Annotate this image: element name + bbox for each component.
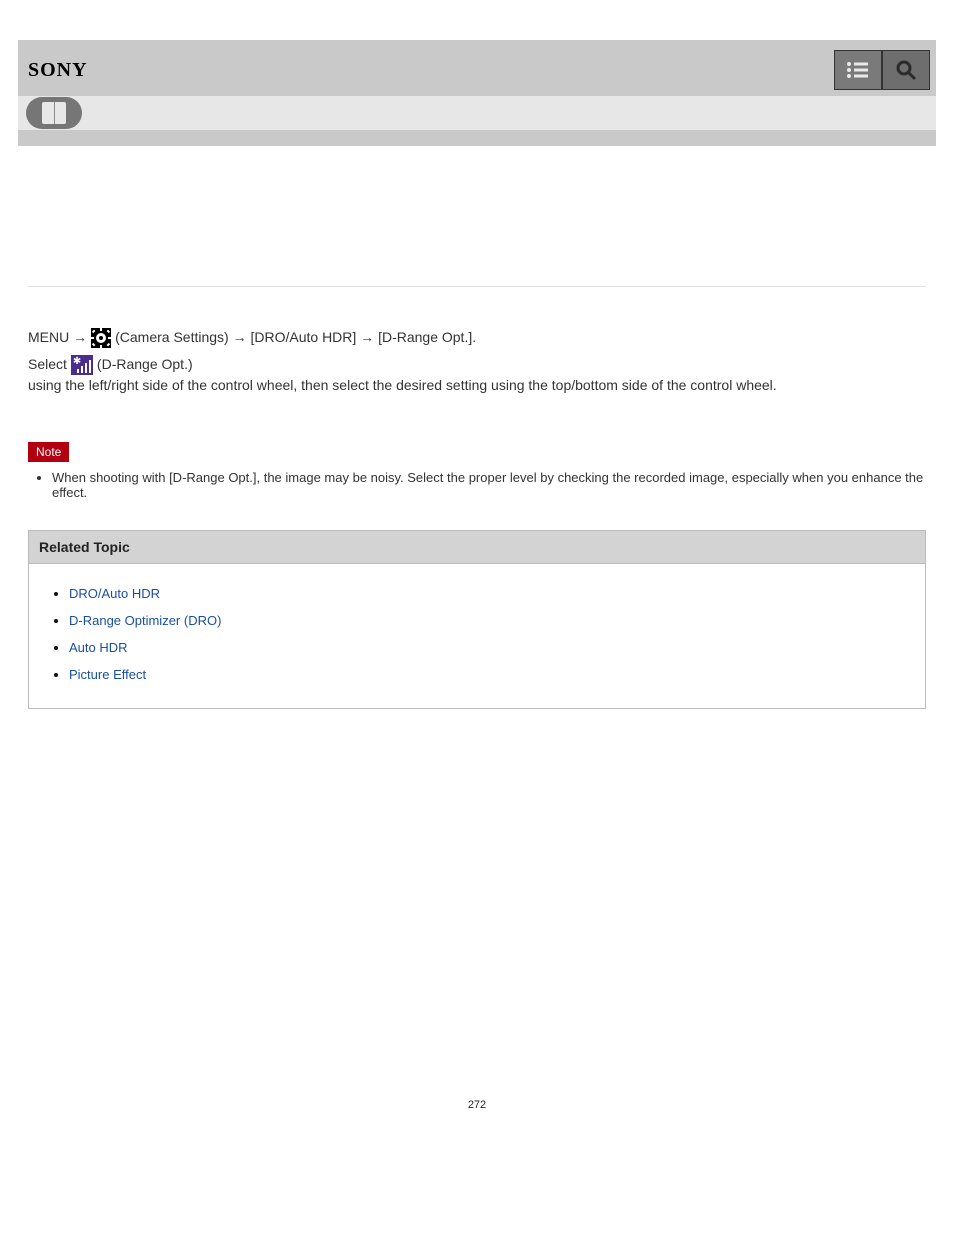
related-topic-box: Related Topic DRO/Auto HDR D-Range Optim… [28, 530, 926, 709]
body-text: MENU → [28, 327, 926, 396]
related-link[interactable]: D-Range Optimizer (DRO) [69, 613, 221, 628]
header-top-bar: SONY [18, 40, 936, 96]
menu-path-line: MENU → [28, 327, 926, 348]
list-icon [846, 61, 870, 79]
note-section: Note When shooting with [D-Range Opt.], … [28, 402, 926, 500]
article-content: MENU → [0, 146, 954, 1141]
related-topic-body: DRO/Auto HDR D-Range Optimizer (DRO) Aut… [29, 564, 925, 708]
related-link[interactable]: Picture Effect [69, 667, 146, 682]
related-link[interactable]: Auto HDR [69, 640, 128, 655]
menu-button[interactable] [834, 50, 882, 90]
select-prefix: Select [28, 354, 67, 375]
note-list: When shooting with [D-Range Opt.], the i… [28, 470, 926, 500]
header-sub-bar [18, 96, 936, 130]
note-badge: Note [28, 442, 69, 462]
note-item: When shooting with [D-Range Opt.], the i… [52, 470, 926, 500]
help-guide-icon [26, 97, 82, 129]
select-suffix: using the left/right side of the control… [28, 375, 777, 396]
header-gap [18, 130, 936, 146]
settings-gear-icon [91, 328, 111, 348]
related-topic-header: Related Topic [29, 531, 925, 564]
related-link-item: D-Range Optimizer (DRO) [69, 613, 911, 628]
page-header: SONY [18, 40, 936, 146]
header-buttons [834, 50, 930, 90]
select-line: Select (D-Range Opt.) using the left/rig… [28, 354, 926, 396]
related-link-item: Auto HDR [69, 640, 911, 655]
dro-icon [71, 355, 93, 375]
sony-logo: SONY [24, 59, 88, 82]
content-divider [28, 286, 926, 287]
related-link-item: Picture Effect [69, 667, 911, 682]
menu-path-prefix: MENU → [28, 327, 87, 348]
dro-label: (D-Range Opt.) [97, 354, 193, 375]
related-link-item: DRO/Auto HDR [69, 586, 911, 601]
settings-label: (Camera Settings) → [DRO/Auto HDR] → [D-… [115, 327, 476, 348]
related-link[interactable]: DRO/Auto HDR [69, 586, 160, 601]
search-button[interactable] [882, 50, 930, 90]
page-number: 272 [28, 1099, 926, 1141]
search-icon [895, 59, 917, 81]
